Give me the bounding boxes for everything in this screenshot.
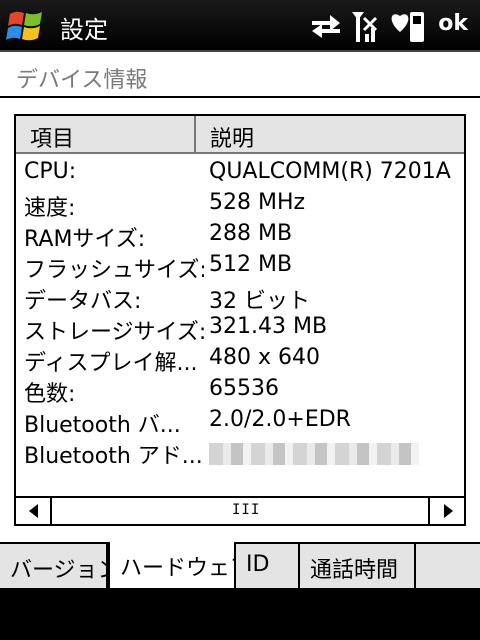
tab-hardware[interactable]: ハードウェア	[108, 542, 252, 590]
row-value: 512 MB	[209, 252, 293, 277]
list-row[interactable]: 速度: 528 MHz	[16, 187, 464, 221]
phone-battery-icon[interactable]	[390, 8, 428, 48]
row-value: 288 MB	[209, 221, 293, 246]
title-bar: 設定 ok	[0, 0, 480, 52]
list-header: 項目 説明	[16, 116, 464, 154]
ok-button[interactable]: ok	[438, 11, 468, 36]
softkey-bar	[0, 588, 480, 640]
list-row[interactable]: CPU: QUALCOMM(R) 7201A	[16, 156, 464, 187]
list-row[interactable]: Bluetooth バ... 2.0/2.0+EDR	[16, 404, 464, 438]
list-rows: CPU: QUALCOMM(R) 7201A 速度: 528 MHz RAMサイ…	[16, 156, 464, 469]
row-value: 2.0/2.0+EDR	[209, 407, 351, 432]
page-header: デバイス情報	[0, 52, 480, 98]
sync-arrows-icon[interactable]	[310, 12, 342, 44]
grip-icon: III	[232, 502, 261, 518]
window-title: 設定	[60, 16, 108, 44]
row-value: 528 MHz	[209, 190, 306, 215]
list-row[interactable]: ストレージサイズ: 321.43 MB	[16, 311, 464, 345]
signal-strength-icon[interactable]	[350, 10, 380, 48]
column-header-description[interactable]: 説明	[196, 116, 464, 154]
windows-start-icon[interactable]	[4, 4, 52, 48]
device-info-page: デバイス情報 項目 説明 CPU: QUALCOMM(R) 7201A 速度: …	[0, 52, 480, 542]
row-value: 65536	[209, 376, 279, 401]
row-value: 321.43 MB	[209, 314, 328, 339]
tab-call-time[interactable]: 通話時間	[300, 544, 416, 590]
tab-version[interactable]: バージョン	[0, 544, 120, 590]
list-row[interactable]: Bluetooth アド...	[16, 435, 464, 469]
redacted-value	[209, 443, 419, 465]
scroll-right-button[interactable]	[428, 498, 464, 524]
tab-id[interactable]: ID	[236, 544, 300, 590]
scroll-thumb[interactable]: III	[52, 498, 428, 524]
list-row[interactable]: 色数: 65536	[16, 373, 464, 407]
page-title: デバイス情報	[16, 68, 148, 93]
scroll-left-button[interactable]	[16, 498, 52, 524]
tab-bar: バージョン ハードウェア ID 通話時間	[0, 542, 480, 590]
row-key: Bluetooth アド...	[24, 444, 203, 469]
arrow-left-icon	[29, 504, 38, 518]
list-row[interactable]: RAMサイズ: 288 MB	[16, 218, 464, 252]
horizontal-scrollbar[interactable]: III	[16, 496, 464, 524]
column-header-item[interactable]: 項目	[16, 116, 196, 154]
row-value: 480 x 640	[209, 345, 320, 370]
row-value: QUALCOMM(R) 7201A	[209, 159, 451, 184]
list-row[interactable]: ディスプレイ解... 480 x 640	[16, 342, 464, 376]
arrow-right-icon	[444, 504, 453, 518]
tab-bar-filler	[416, 544, 480, 590]
row-key: CPU:	[24, 159, 77, 184]
device-info-list[interactable]: 項目 説明 CPU: QUALCOMM(R) 7201A 速度: 528 MHz…	[14, 114, 466, 526]
list-row[interactable]: フラッシュサイズ: 512 MB	[16, 249, 464, 283]
list-row[interactable]: データバス: 32 ビット	[16, 280, 464, 314]
